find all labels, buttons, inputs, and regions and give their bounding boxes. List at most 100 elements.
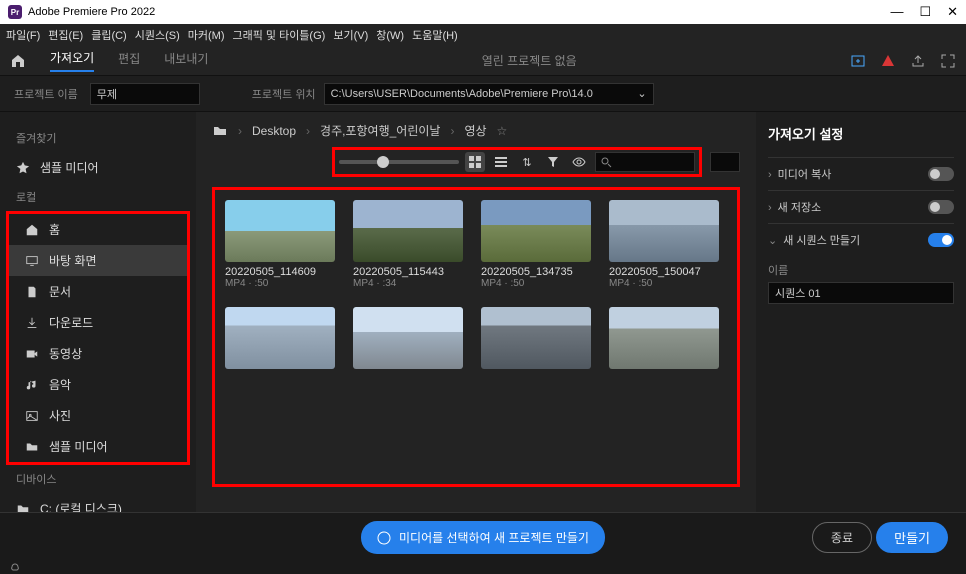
chevron-down-icon: ⌄: [768, 235, 777, 247]
menu-view[interactable]: 보기(V): [333, 27, 368, 43]
app-title: Adobe Premiere Pro 2022: [28, 6, 890, 18]
sidebar-item-sample-media[interactable]: 샘플 미디어: [0, 152, 196, 183]
chevron-right-icon: ›: [768, 202, 772, 214]
search-input[interactable]: [595, 152, 695, 172]
titlebar: Pr Adobe Premiere Pro 2022 — ☐ ✕: [0, 0, 966, 24]
menu-file[interactable]: 파일(F): [6, 27, 40, 43]
drive-icon: [16, 502, 30, 513]
menu-graphics[interactable]: 그래픽 및 타이틀(G): [232, 27, 325, 43]
menu-window[interactable]: 창(W): [376, 27, 404, 43]
home-icon[interactable]: [10, 53, 26, 69]
eye-icon[interactable]: [569, 152, 589, 172]
maximize-button[interactable]: ☐: [919, 4, 931, 20]
sidebar-item-sample-media-local[interactable]: 샘플 미디어: [9, 431, 187, 462]
settings-title: 가져오기 설정: [768, 124, 954, 143]
media-item[interactable]: [481, 307, 591, 399]
toggle-copy-media[interactable]: [928, 167, 954, 181]
document-icon: [25, 285, 39, 299]
sidebar: 즐겨찾기 샘플 미디어 로컬 홈 바탕 화면 문서 다운로드 동영상 음악 사진…: [0, 112, 196, 512]
favorite-star-icon[interactable]: ☆: [497, 124, 508, 138]
chevron-down-icon: ⌄: [637, 87, 646, 100]
menubar: 파일(F) 편집(E) 클립(C) 시퀀스(S) 마커(M) 그래픽 및 타이틀…: [0, 24, 966, 46]
setting-new-sequence[interactable]: ⌄새 시퀀스 만들기: [768, 223, 954, 256]
setting-copy-media[interactable]: ›미디어 복사: [768, 157, 954, 190]
project-path-dropdown[interactable]: C:\Users\USER\Documents\Adobe\Premiere P…: [324, 83, 654, 105]
tab-edit[interactable]: 편집: [118, 50, 140, 71]
project-settings-row: 프로젝트 이름 프로젝트 위치 C:\Users\USER\Documents\…: [0, 76, 966, 112]
media-item[interactable]: [353, 307, 463, 399]
tab-import[interactable]: 가져오기: [50, 49, 94, 72]
quick-export-icon[interactable]: [850, 53, 866, 69]
menu-edit[interactable]: 편집(E): [48, 27, 83, 43]
sidebar-item-c-drive[interactable]: C: (로컬 디스크): [0, 493, 196, 512]
sidebar-section-favorites: 즐겨찾기: [0, 124, 196, 152]
thumbnail-size-slider[interactable]: [339, 160, 459, 164]
media-item[interactable]: 20220505_150047MP4 · :50: [609, 200, 719, 289]
search-icon: [600, 156, 612, 168]
share-icon[interactable]: [910, 53, 926, 69]
setting-new-storage[interactable]: ›새 저장소: [768, 190, 954, 223]
project-name-input[interactable]: [90, 83, 200, 105]
browser-toolbar: ⇅: [332, 147, 702, 177]
project-name-label: 프로젝트 이름: [14, 86, 78, 102]
folder-icon: [212, 123, 228, 139]
sidebar-item-desktop[interactable]: 바탕 화면: [9, 245, 187, 276]
picture-icon: [25, 409, 39, 423]
music-icon: [25, 378, 39, 392]
sort-icon[interactable]: ⇅: [517, 152, 537, 172]
bottom-bar: 미디어를 선택하여 새 프로젝트 만들기 종료 만들기: [0, 512, 966, 562]
statusbar: [0, 562, 966, 574]
grid-view-icon[interactable]: [465, 152, 485, 172]
sequence-name-input[interactable]: [768, 282, 954, 304]
sequence-name-label: 이름: [768, 262, 954, 278]
import-settings-panel: 가져오기 설정 ›미디어 복사 ›새 저장소 ⌄새 시퀀스 만들기 이름: [756, 112, 966, 512]
filter-icon[interactable]: [543, 152, 563, 172]
breadcrumb-item[interactable]: 경주,포항여행_어린이날: [320, 122, 440, 139]
media-item[interactable]: 20220505_114609MP4 · :50: [225, 200, 335, 289]
close-button[interactable]: ✕: [947, 4, 958, 20]
select-media-hint: 미디어를 선택하여 새 프로젝트 만들기: [361, 521, 605, 554]
sidebar-section-local: 로컬: [0, 183, 196, 211]
folder-icon: [25, 440, 39, 454]
sidebar-section-devices: 디바이스: [0, 465, 196, 493]
menu-marker[interactable]: 마커(M): [188, 27, 225, 43]
menu-clip[interactable]: 클립(C): [91, 27, 127, 43]
monitor-icon: [25, 254, 39, 268]
media-item[interactable]: 20220505_115443MP4 · :34: [353, 200, 463, 289]
info-icon: [377, 531, 391, 545]
fullscreen-icon[interactable]: [940, 53, 956, 69]
sort-dropdown[interactable]: [710, 152, 740, 172]
sidebar-item-pictures[interactable]: 사진: [9, 400, 187, 431]
media-browser: › Desktop › 경주,포항여행_어린이날 › 영상 ☆ ⇅ 202205…: [196, 112, 756, 512]
project-status: 열린 프로젝트 없음: [232, 52, 826, 69]
app-logo-icon: Pr: [8, 5, 22, 19]
tab-export[interactable]: 내보내기: [164, 50, 208, 71]
breadcrumb-item[interactable]: 영상: [464, 122, 486, 139]
project-path-label: 프로젝트 위치: [252, 86, 316, 102]
sidebar-item-music[interactable]: 음악: [9, 369, 187, 400]
video-icon: [25, 347, 39, 361]
media-item[interactable]: 20220505_134735MP4 · :50: [481, 200, 591, 289]
sidebar-item-documents[interactable]: 문서: [9, 276, 187, 307]
toggle-new-storage[interactable]: [928, 200, 954, 214]
workspace-tabbar: 가져오기 편집 내보내기 열린 프로젝트 없음: [0, 46, 966, 76]
warning-icon[interactable]: [880, 53, 896, 69]
sidebar-item-downloads[interactable]: 다운로드: [9, 307, 187, 338]
sidebar-item-videos[interactable]: 동영상: [9, 338, 187, 369]
toggle-new-sequence[interactable]: [928, 233, 954, 247]
star-icon: [16, 161, 30, 175]
breadcrumb: › Desktop › 경주,포항여행_어린이날 › 영상 ☆: [212, 122, 740, 139]
menu-help[interactable]: 도움말(H): [412, 27, 458, 43]
home-folder-icon: [25, 223, 39, 237]
close-button-footer[interactable]: 종료: [812, 522, 872, 553]
create-button[interactable]: 만들기: [876, 522, 948, 553]
download-icon: [25, 316, 39, 330]
media-item[interactable]: [225, 307, 335, 399]
list-view-icon[interactable]: [491, 152, 511, 172]
menu-sequence[interactable]: 시퀀스(S): [135, 27, 180, 43]
creative-cloud-icon: [8, 558, 22, 572]
media-item[interactable]: [609, 307, 719, 399]
minimize-button[interactable]: —: [890, 4, 903, 20]
sidebar-item-home[interactable]: 홈: [9, 214, 187, 245]
breadcrumb-item[interactable]: Desktop: [252, 124, 296, 138]
